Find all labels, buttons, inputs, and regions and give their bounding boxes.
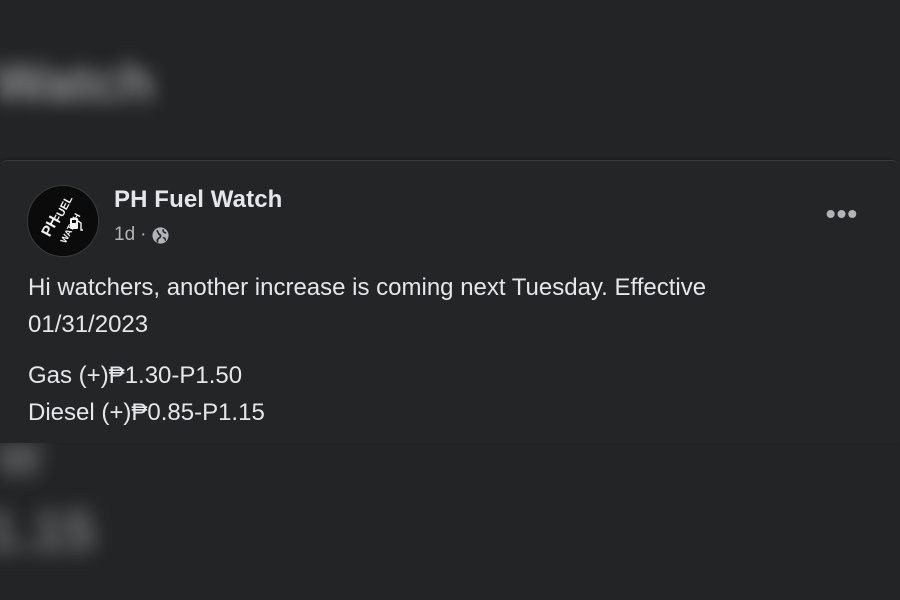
post-text-line: Diesel (+)₱0.85-P1.15 [28,399,265,426]
post-text-paragraph: Gas (+)₱1.30-P1.50 Diesel (+)₱0.85-P1.15 [28,357,858,431]
post-text-line: 01/31/2023 [28,311,149,338]
post-timestamp[interactable]: 1d [114,224,135,246]
ph-fuel-watch-logo-icon: PH FUEL WATCH [28,186,98,256]
post-text-paragraph: Hi watchers, another increase is coming … [28,269,858,343]
avatar[interactable]: PH FUEL WATCH [27,185,99,257]
post-body: Hi watchers, another increase is coming … [28,269,858,431]
screenshot-stage: Watch W 1.15 PH FUEL WATCH [0,0,900,600]
blurred-background-text: Watch [0,53,154,113]
post-text-line: Gas (+)₱1.30-P1.50 [28,362,243,389]
meta-separator: · [140,224,147,245]
more-options-icon: ••• [825,198,859,229]
post-card: PH FUEL WATCH PH Fuel Watch 1d · [0,160,900,443]
globe-icon[interactable] [151,226,170,245]
post-meta: 1d · [114,224,170,246]
more-options-button[interactable]: ••• [824,198,860,229]
post-text-line: Hi watchers, another increase is coming … [28,274,707,301]
post-author-name[interactable]: PH Fuel Watch [114,186,282,214]
blurred-background-text: 1.15 [0,499,95,562]
